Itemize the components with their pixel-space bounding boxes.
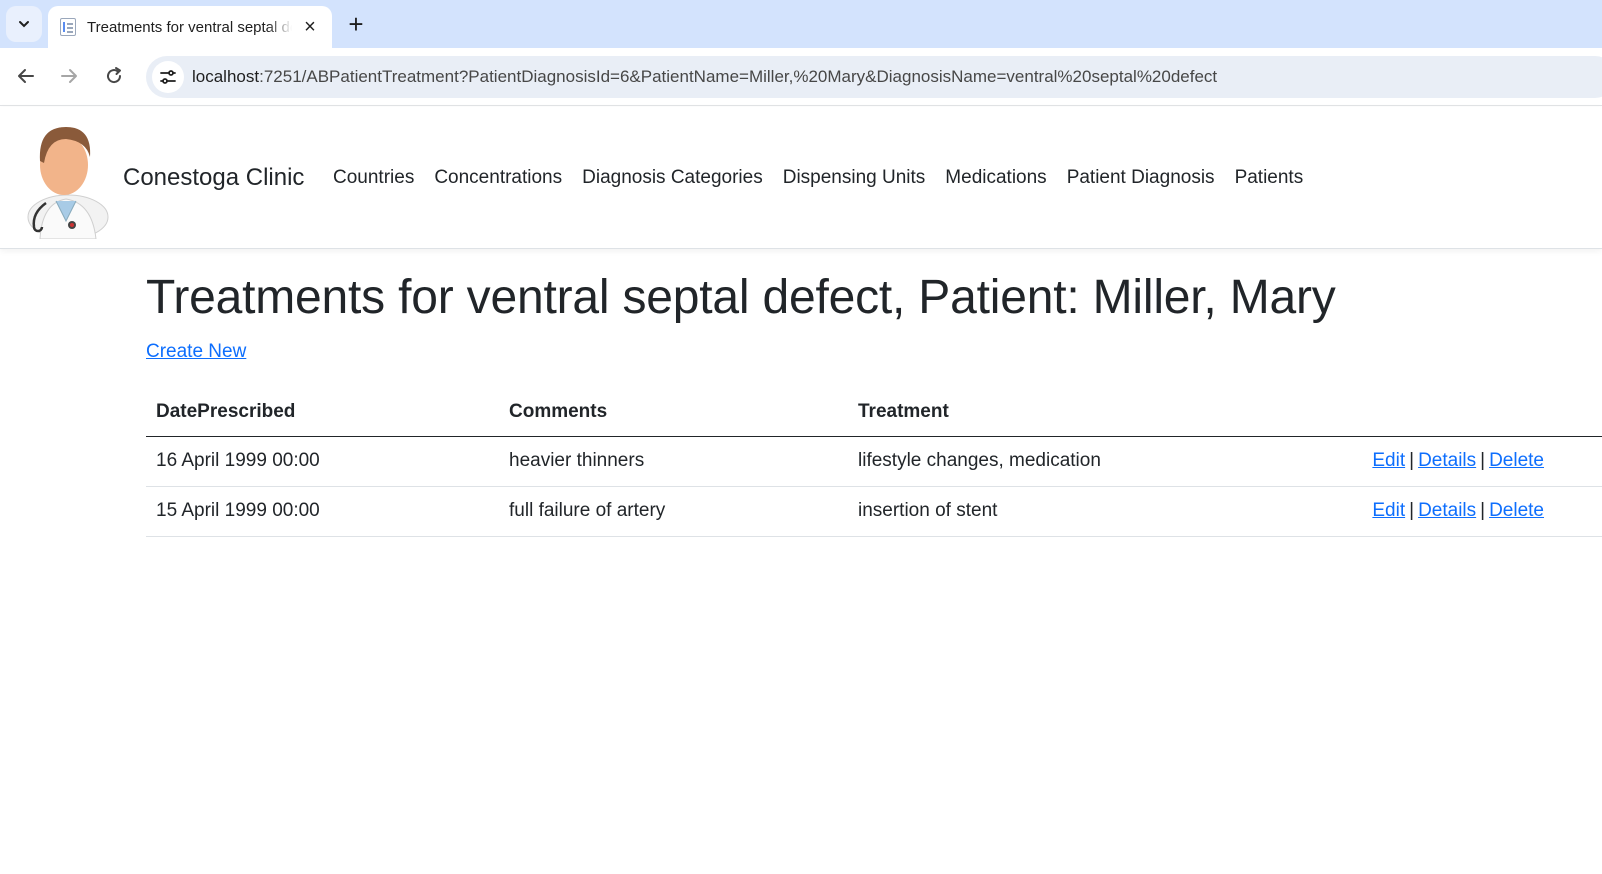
- separator: |: [1480, 450, 1486, 471]
- url-host: localhost: [192, 67, 260, 86]
- address-bar[interactable]: localhost:7251/ABPatientTreatment?Patien…: [146, 56, 1602, 98]
- url-text[interactable]: localhost:7251/ABPatientTreatment?Patien…: [192, 67, 1217, 87]
- separator: |: [1409, 500, 1415, 521]
- details-link[interactable]: Details: [1418, 450, 1476, 471]
- cell-actions: Edit | Details | Delete: [1288, 436, 1602, 487]
- table-row: 15 April 1999 00:00 full failure of arte…: [146, 486, 1602, 537]
- nav-link-dispensing-units[interactable]: Dispensing Units: [773, 167, 936, 189]
- nav-link-patient-diagnosis[interactable]: Patient Diagnosis: [1057, 167, 1225, 189]
- edit-link[interactable]: Edit: [1372, 500, 1405, 521]
- details-link[interactable]: Details: [1418, 500, 1476, 521]
- cell-comments: full failure of artery: [499, 486, 848, 537]
- delete-link[interactable]: Delete: [1489, 500, 1544, 521]
- table-header-row: DatePrescribed Comments Treatment: [146, 388, 1602, 437]
- new-tab-plus-icon[interactable]: +: [342, 10, 370, 38]
- table-row: 16 April 1999 00:00 heavier thinners lif…: [146, 436, 1602, 487]
- header-actions: [1288, 388, 1602, 437]
- nav-links: Countries Concentrations Diagnosis Categ…: [323, 167, 1313, 189]
- reload-icon[interactable]: [97, 59, 131, 93]
- doctor-logo-icon: [27, 127, 109, 239]
- page-title: Treatments for ventral septal defect, Pa…: [146, 271, 1336, 324]
- create-new-link[interactable]: Create New: [146, 341, 246, 363]
- cell-treatment: lifestyle changes, medication: [848, 436, 1288, 487]
- separator: |: [1409, 450, 1415, 471]
- header-treatment: Treatment: [848, 388, 1288, 437]
- chevron-down-icon: [19, 21, 29, 28]
- cell-date: 16 April 1999 00:00: [146, 436, 499, 487]
- header-date-prescribed: DatePrescribed: [146, 388, 499, 437]
- browser-toolbar: localhost:7251/ABPatientTreatment?Patien…: [0, 48, 1602, 106]
- brand-link[interactable]: Conestoga Clinic: [123, 164, 304, 192]
- nav-link-patients[interactable]: Patients: [1225, 167, 1314, 189]
- url-path: :7251/ABPatientTreatment?PatientDiagnosi…: [259, 67, 1218, 86]
- active-tab[interactable]: Treatments for ventral septal defect ×: [48, 6, 332, 48]
- edit-link[interactable]: Edit: [1372, 450, 1405, 471]
- forward-arrow-icon[interactable]: [52, 59, 86, 93]
- site-info-icon[interactable]: [152, 61, 184, 93]
- back-arrow-icon[interactable]: [9, 59, 43, 93]
- nav-link-concentrations[interactable]: Concentrations: [424, 167, 572, 189]
- tab-strip: Treatments for ventral septal defect × +: [0, 0, 1602, 48]
- tab-search-button[interactable]: [6, 6, 42, 42]
- header-comments: Comments: [499, 388, 848, 437]
- delete-link[interactable]: Delete: [1489, 450, 1544, 471]
- page-favicon-icon: [60, 18, 76, 36]
- nav-link-countries[interactable]: Countries: [323, 167, 424, 189]
- treatments-table: DatePrescribed Comments Treatment 16 Apr…: [146, 388, 1602, 537]
- cell-comments: heavier thinners: [499, 436, 848, 487]
- cell-actions: Edit | Details | Delete: [1288, 486, 1602, 537]
- nav-link-diagnosis-categories[interactable]: Diagnosis Categories: [572, 167, 773, 189]
- site-navbar: Conestoga Clinic Countries Concentration…: [0, 107, 1602, 249]
- tab-title: Treatments for ventral septal defect: [87, 18, 292, 36]
- separator: |: [1480, 500, 1486, 521]
- cell-date: 15 April 1999 00:00: [146, 486, 499, 537]
- cell-treatment: insertion of stent: [848, 486, 1288, 537]
- close-tab-icon[interactable]: ×: [300, 17, 320, 37]
- nav-link-medications[interactable]: Medications: [935, 167, 1056, 189]
